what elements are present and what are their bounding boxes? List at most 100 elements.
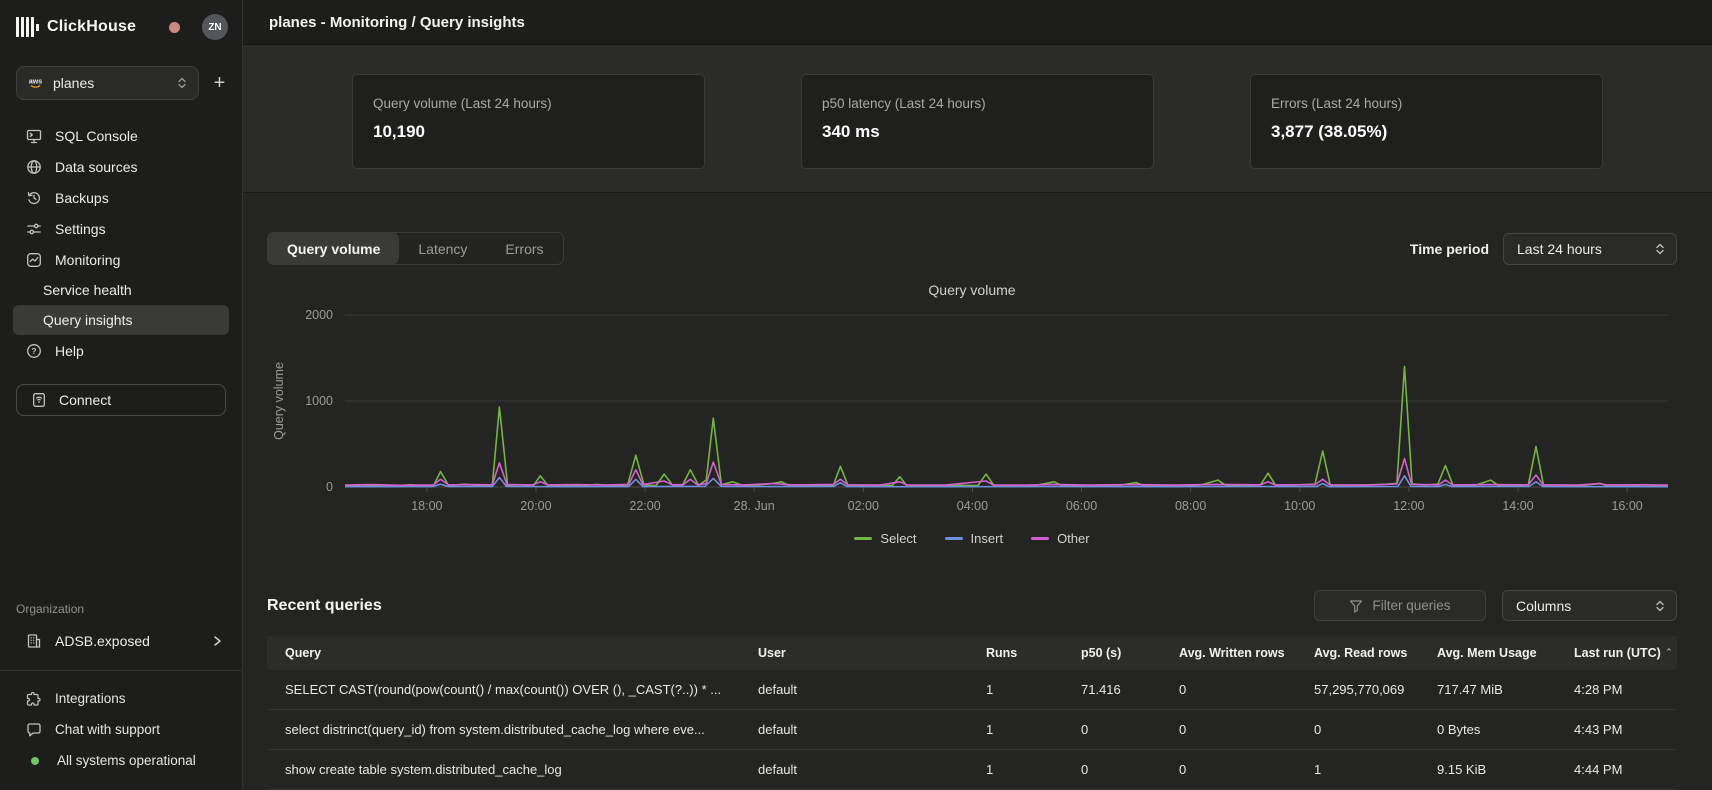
svg-text:14:00: 14:00	[1502, 499, 1533, 513]
sidebar-item-sql-console[interactable]: SQL Console	[0, 120, 242, 151]
chart-title: Query volume	[267, 282, 1677, 298]
brand-name: ClickHouse	[47, 18, 136, 36]
cell-last-run: 4:28 PM	[1556, 670, 1677, 709]
svg-text:22:00: 22:00	[629, 499, 660, 513]
footer-item-label: Chat with support	[55, 722, 160, 737]
svg-text:Query volume: Query volume	[272, 362, 286, 440]
sidebar-item-label: Help	[55, 343, 84, 359]
column-header-avg-read[interactable]: Avg. Read rows	[1296, 636, 1419, 670]
cell-avg-written: 0	[1161, 750, 1296, 789]
columns-select[interactable]: Columns	[1502, 590, 1677, 621]
table-header-row: Query User Runs p50 (s) Avg. Written row…	[267, 636, 1677, 670]
svg-text:08:00: 08:00	[1175, 499, 1206, 513]
sidebar-subitem-label: Service health	[43, 282, 132, 298]
tab-latency[interactable]: Latency	[399, 233, 486, 264]
sidebar-item-settings[interactable]: Settings	[0, 213, 242, 244]
column-header-user[interactable]: User	[740, 636, 968, 670]
svg-text:18:00: 18:00	[411, 499, 442, 513]
chart-plot[interactable]: 01000200018:0020:0022:0028. Jun02:0004:0…	[267, 303, 1677, 525]
cell-p50: 0	[1063, 710, 1161, 749]
page-title: planes - Monitoring / Query insights	[269, 14, 525, 31]
content: Query volume Latency Errors Time period …	[243, 193, 1712, 790]
cell-query: SELECT CAST(round(pow(count() / max(coun…	[267, 670, 740, 709]
svg-text:28. Jun: 28. Jun	[734, 499, 775, 513]
column-header-runs[interactable]: Runs	[968, 636, 1063, 670]
sidebar-item-label: Monitoring	[55, 252, 120, 268]
connect-icon	[31, 392, 47, 408]
organization-icon	[26, 633, 42, 649]
chevron-up-down-icon	[176, 76, 188, 90]
sidebar-divider	[0, 670, 242, 671]
chevron-up-down-icon	[1654, 242, 1666, 256]
aws-provider-icon: aws	[27, 75, 44, 91]
table-row[interactable]: show create table system.distributed_cac…	[267, 750, 1677, 790]
legend-item-insert[interactable]: Insert	[945, 531, 1004, 546]
column-header-query[interactable]: Query	[267, 636, 740, 670]
clickhouse-logo-icon	[16, 17, 39, 37]
sidebar: ClickHouse ZN aws planes +	[0, 0, 243, 790]
recent-queries-table: Query User Runs p50 (s) Avg. Written row…	[267, 636, 1677, 790]
table-body: SELECT CAST(round(pow(count() / max(coun…	[267, 670, 1677, 790]
tab-errors[interactable]: Errors	[486, 233, 562, 264]
filter-queries-input[interactable]: Filter queries	[1314, 590, 1486, 621]
svg-text:1000: 1000	[305, 394, 333, 408]
column-header-p50[interactable]: p50 (s)	[1063, 636, 1161, 670]
cell-p50: 0	[1063, 750, 1161, 789]
cell-user: default	[740, 670, 968, 709]
organization-section-label: Organization	[0, 602, 242, 616]
notification-dot-icon	[169, 22, 180, 33]
sidebar-item-backups[interactable]: Backups	[0, 182, 242, 213]
filter-placeholder: Filter queries	[1372, 598, 1450, 613]
topbar: planes - Monitoring / Query insights	[243, 0, 1712, 45]
stat-value: 10,190	[373, 122, 684, 142]
time-period-select[interactable]: Last 24 hours	[1503, 233, 1677, 265]
tab-query-volume[interactable]: Query volume	[268, 233, 399, 264]
svg-text:02:00: 02:00	[848, 499, 879, 513]
service-selector[interactable]: aws planes	[16, 66, 199, 100]
stat-card-query-volume: Query volume (Last 24 hours) 10,190	[352, 74, 705, 169]
cell-avg-written: 0	[1161, 670, 1296, 709]
stats-band: Query volume (Last 24 hours) 10,190 p50 …	[243, 45, 1712, 193]
chart-tabs: Query volume Latency Errors	[267, 232, 564, 265]
legend-item-other[interactable]: Other	[1031, 531, 1090, 546]
table-row[interactable]: SELECT CAST(round(pow(count() / max(coun…	[267, 670, 1677, 710]
app-window: ClickHouse ZN aws planes +	[0, 0, 1712, 790]
connect-button[interactable]: Connect	[16, 384, 226, 416]
chat-icon	[26, 722, 42, 738]
service-selector-value: planes	[53, 75, 176, 91]
organization-selector[interactable]: ADSB.exposed	[0, 626, 242, 656]
sidebar-nav: SQL Console Data sources Backups Setting…	[0, 120, 242, 366]
sidebar-item-help[interactable]: ? Help	[0, 335, 242, 366]
sidebar-item-integrations[interactable]: Integrations	[0, 683, 242, 714]
system-status[interactable]: All systems operational	[0, 745, 242, 776]
column-header-last-run[interactable]: Last run (UTC)ˆ	[1556, 636, 1677, 670]
avatar[interactable]: ZN	[202, 14, 228, 40]
legend-item-select[interactable]: Select	[854, 531, 916, 546]
svg-text:?: ?	[31, 346, 36, 356]
svg-text:10:00: 10:00	[1284, 499, 1315, 513]
status-ok-icon	[31, 757, 39, 765]
cell-avg-mem: 0 Bytes	[1419, 710, 1556, 749]
svg-text:2000: 2000	[305, 308, 333, 322]
stat-card-errors: Errors (Last 24 hours) 3,877 (38.05%)	[1250, 74, 1603, 169]
svg-text:0: 0	[326, 480, 333, 494]
chevron-right-icon	[212, 635, 222, 647]
sidebar-item-monitoring[interactable]: Monitoring	[0, 244, 242, 275]
cell-runs: 1	[968, 710, 1063, 749]
sidebar-item-data-sources[interactable]: Data sources	[0, 151, 242, 182]
sidebar-item-query-insights[interactable]: Query insights	[13, 305, 229, 335]
stat-label: p50 latency (Last 24 hours)	[822, 96, 1133, 111]
table-row[interactable]: select distrinct(query_id) from system.d…	[267, 710, 1677, 750]
svg-text:20:00: 20:00	[520, 499, 551, 513]
sidebar-item-service-health[interactable]: Service health	[13, 275, 229, 305]
data-sources-icon	[26, 159, 42, 175]
sort-asc-icon: ˆ	[1667, 637, 1671, 670]
backups-icon	[26, 190, 42, 206]
column-header-avg-written[interactable]: Avg. Written rows	[1161, 636, 1296, 670]
column-header-avg-mem[interactable]: Avg. Mem Usage	[1419, 636, 1556, 670]
sql-console-icon	[26, 128, 42, 144]
cell-last-run: 4:44 PM	[1556, 750, 1677, 789]
sidebar-item-chat-support[interactable]: Chat with support	[0, 714, 242, 745]
add-service-button[interactable]: +	[213, 72, 226, 95]
main-area: planes - Monitoring / Query insights Que…	[243, 0, 1712, 790]
